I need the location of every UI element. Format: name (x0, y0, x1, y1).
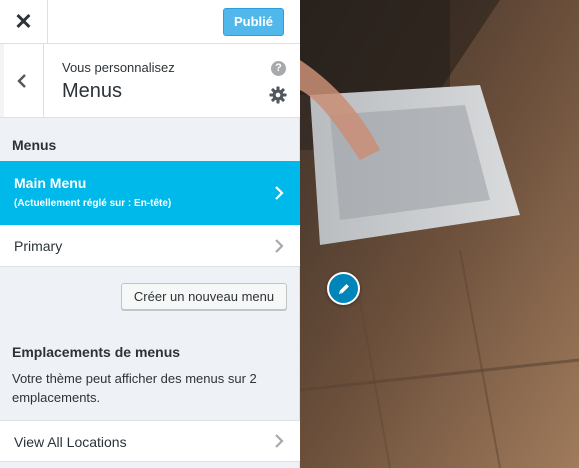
back-button[interactable] (0, 44, 44, 117)
close-icon: ✕ (14, 9, 33, 34)
panel-subtitle: Vous personnalisez (62, 60, 175, 75)
create-new-menu-button[interactable]: Créer un nouveau menu (121, 283, 287, 310)
chevron-right-icon (275, 239, 284, 253)
menu-locations-description: Votre thème peut afficher des menus sur … (12, 371, 257, 405)
close-customizer-button[interactable]: ✕ (0, 0, 48, 44)
pencil-icon (338, 283, 349, 294)
menu-item-name: Primary (14, 238, 63, 254)
menu-item-main-menu[interactable]: Main Menu (Actuellement réglé sur : En-t… (0, 161, 300, 225)
menus-section-title: Menus (12, 137, 57, 153)
chevron-right-icon (275, 186, 284, 200)
customizer-sidebar: ✕ Publié Vous personnalisez Menus ? Menu… (0, 0, 300, 468)
help-icon[interactable]: ? (271, 61, 286, 76)
edit-menu-shortcut-button[interactable] (327, 272, 360, 305)
preview-background-image (300, 0, 579, 468)
menu-item-primary[interactable]: Primary (0, 225, 300, 267)
site-preview (300, 0, 579, 468)
chevron-left-icon (16, 73, 26, 88)
menu-locations-title: Emplacements de menus (12, 344, 181, 360)
gear-icon[interactable] (269, 86, 287, 104)
menu-item-location-note: (Actuellement réglé sur : En-tête) (14, 198, 172, 209)
panel-info: Vous personnalisez Menus ? (0, 44, 300, 118)
customizer-header: ✕ Publié (0, 0, 300, 44)
menu-item-name: Main Menu (14, 175, 87, 191)
view-all-locations-label: View All Locations (14, 434, 127, 450)
chevron-right-icon (275, 434, 284, 448)
publish-button[interactable]: Publié (223, 8, 284, 36)
panel-title: Menus (62, 80, 123, 102)
view-all-locations-item[interactable]: View All Locations (0, 420, 300, 462)
